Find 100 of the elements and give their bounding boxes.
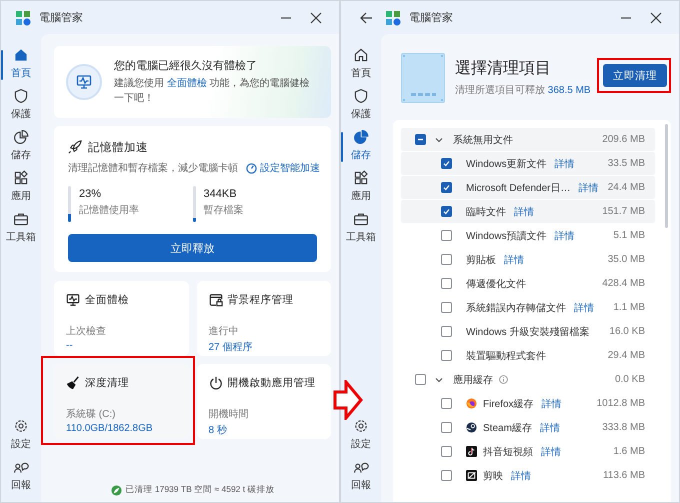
checkbox[interactable] bbox=[441, 398, 452, 409]
checkbox[interactable] bbox=[441, 302, 452, 313]
details-link[interactable]: 詳情 bbox=[540, 420, 560, 434]
size-text: 113.6 MB bbox=[602, 470, 645, 481]
details-link[interactable]: 詳情 bbox=[504, 252, 524, 266]
size-text: 29.4 MB bbox=[606, 350, 645, 361]
nav-item[interactable]: 首頁 bbox=[1, 47, 41, 88]
feature-card[interactable]: 開機啟動應用管理 開機時間 8 秒 bbox=[196, 364, 331, 439]
size-text: 1.6 MB bbox=[612, 446, 645, 457]
nav-item[interactable]: 首頁 bbox=[341, 47, 381, 88]
details-link[interactable]: 詳情 bbox=[541, 444, 561, 458]
list-row[interactable]: 臨時文件 詳情 151.7 MB bbox=[401, 200, 655, 223]
nav-item[interactable]: 設定 bbox=[1, 418, 41, 459]
item-name: Windows 升級安裝殘留檔案 bbox=[466, 326, 590, 338]
gauge-icon bbox=[246, 162, 257, 174]
details-link[interactable]: 詳情 bbox=[554, 156, 575, 170]
list-row[interactable]: 系統無用文件 209.6 MB bbox=[401, 128, 655, 151]
details-link[interactable]: 詳情 bbox=[542, 396, 562, 410]
checkbox[interactable] bbox=[441, 278, 452, 289]
nav-item[interactable]: 工具箱 bbox=[341, 211, 381, 252]
leaf-icon bbox=[110, 484, 122, 496]
item-name: Microsoft Defender日… bbox=[466, 182, 570, 194]
item-name: 傳遞優化文件 bbox=[466, 278, 526, 290]
checkbox[interactable] bbox=[415, 374, 426, 385]
nav-item[interactable]: 應用 bbox=[1, 170, 41, 211]
details-link[interactable]: 詳情 bbox=[511, 468, 531, 482]
broom-icon bbox=[66, 376, 80, 390]
clapper-icon bbox=[466, 470, 477, 481]
checkbox[interactable] bbox=[441, 470, 452, 481]
checkbox[interactable] bbox=[441, 182, 452, 193]
pie-chart-icon bbox=[353, 129, 369, 145]
free-memory-button[interactable]: 立即釋放 bbox=[68, 234, 317, 262]
banner-text: 建議您使用 全面體檢 功能，為您的電腦健檢一下吧！ bbox=[114, 77, 311, 106]
window-title: 電腦管家 bbox=[39, 10, 83, 25]
nav-item[interactable]: 應用 bbox=[341, 170, 381, 211]
card-label: 開機時間 bbox=[208, 408, 250, 421]
checkbox[interactable] bbox=[415, 134, 426, 145]
item-name: 剪映 bbox=[483, 470, 503, 482]
checkbox[interactable] bbox=[441, 350, 452, 361]
nav-item[interactable]: 儲存 bbox=[1, 129, 41, 170]
checkbox[interactable] bbox=[441, 254, 452, 265]
checkmark-icon bbox=[443, 184, 450, 191]
checkbox[interactable] bbox=[441, 158, 452, 169]
full-checkup-link[interactable]: 全面體檢 bbox=[166, 78, 207, 89]
group-name: 系統無用文件 bbox=[453, 134, 513, 146]
details-link[interactable]: 詳情 bbox=[578, 180, 598, 194]
info-icon bbox=[499, 375, 508, 384]
checkbox[interactable] bbox=[441, 446, 452, 457]
apps-icon bbox=[13, 170, 29, 186]
app-logo-icon bbox=[385, 10, 401, 26]
card-title: 全面體檢 bbox=[85, 293, 129, 307]
monitor-icon bbox=[76, 74, 92, 90]
size-text: 35.0 MB bbox=[606, 254, 645, 265]
banner-title: 您的電腦已經很久沒有體檢了 bbox=[114, 59, 258, 73]
window-lock-icon bbox=[208, 293, 222, 307]
clean-now-button[interactable]: 立即清理 bbox=[603, 64, 667, 87]
size-text: 1012.8 MB bbox=[596, 398, 645, 409]
checkmark-icon bbox=[443, 160, 450, 167]
meter-value: 23% bbox=[79, 188, 102, 200]
footer-text: 已清理 17939 TB 空間 ≈ 4592 t 碳排放 bbox=[126, 484, 274, 496]
nav-item[interactable]: 保護 bbox=[1, 88, 41, 129]
item-name: Steam緩存 bbox=[483, 422, 532, 434]
card-value: 8 秒 bbox=[208, 424, 228, 437]
chevron-icon[interactable] bbox=[435, 136, 443, 144]
checkbox[interactable] bbox=[441, 230, 452, 241]
list-row[interactable]: Microsoft Defender日… 詳情 24.4 MB bbox=[401, 176, 655, 199]
details-link[interactable]: 詳情 bbox=[554, 228, 575, 242]
nav-item[interactable]: 回報 bbox=[341, 459, 381, 500]
item-name: 臨時文件 bbox=[466, 206, 506, 218]
size-text: 209.6 MB bbox=[601, 134, 645, 145]
nav-item[interactable]: 儲存 bbox=[341, 129, 381, 170]
settings-icon bbox=[13, 418, 29, 434]
meter-value: 344KB bbox=[204, 188, 238, 200]
feature-card[interactable]: 全面體檢 上次檢查 -- bbox=[54, 281, 188, 356]
smart-boost-link[interactable]: 設定智能加速 bbox=[246, 161, 320, 175]
details-link[interactable]: 詳情 bbox=[514, 204, 534, 218]
card-title: 背景程序管理 bbox=[228, 293, 294, 307]
toolbox-icon bbox=[13, 211, 29, 227]
dash-icon bbox=[417, 136, 424, 143]
size-text: 428.4 MB bbox=[601, 278, 645, 289]
summary-text: 清理所選項目可釋放 368.5 MB bbox=[455, 84, 591, 98]
list-row[interactable]: Windows更新文件 詳情 33.5 MB bbox=[401, 152, 655, 175]
checkbox[interactable] bbox=[441, 326, 452, 337]
checkbox[interactable] bbox=[441, 206, 452, 217]
nav-item[interactable]: 回報 bbox=[1, 459, 41, 500]
home-icon bbox=[13, 47, 29, 63]
rocket-icon bbox=[68, 140, 82, 154]
music-note-icon bbox=[466, 446, 477, 457]
monitor-icon bbox=[66, 293, 80, 307]
details-link[interactable]: 詳情 bbox=[574, 300, 594, 314]
card-label: 上次檢查 bbox=[66, 324, 107, 338]
steam-icon bbox=[466, 422, 477, 433]
checkbox[interactable] bbox=[441, 422, 452, 433]
chevron-icon[interactable] bbox=[435, 376, 443, 384]
nav-item[interactable]: 工具箱 bbox=[1, 211, 41, 252]
size-text: 5.1 MB bbox=[612, 230, 645, 241]
scrollbar-thumb[interactable] bbox=[665, 124, 668, 228]
nav-item[interactable]: 保護 bbox=[341, 88, 381, 129]
nav-item[interactable]: 設定 bbox=[341, 418, 381, 459]
feature-card[interactable]: 背景程序管理 進行中 27 個程序 bbox=[196, 281, 331, 356]
